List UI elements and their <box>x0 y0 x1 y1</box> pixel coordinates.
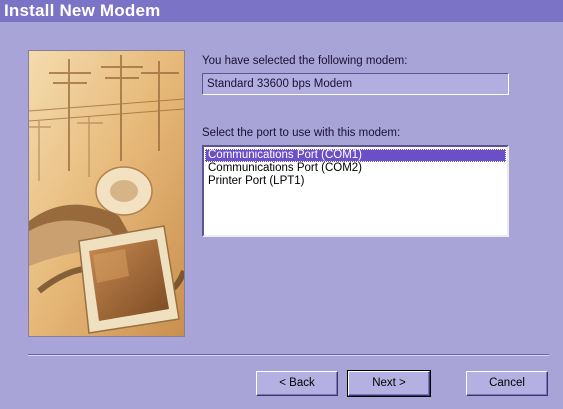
wizard-illustration-graphic <box>29 51 184 336</box>
selected-modem-label: You have selected the following modem: <box>202 55 408 67</box>
window-title: Install New Modem <box>0 0 563 22</box>
button-separator <box>28 354 549 356</box>
install-modem-window: Install New Modem You have selected the … <box>0 0 563 409</box>
back-button[interactable]: < Back <box>256 371 338 396</box>
cancel-button[interactable]: Cancel <box>466 371 548 396</box>
port-option-com2[interactable]: Communications Port (COM2) <box>205 162 506 175</box>
port-option-com1[interactable]: Communications Port (COM1) <box>205 149 506 162</box>
next-button[interactable]: Next > <box>347 370 431 397</box>
port-select-label: Select the port to use with this modem: <box>202 127 401 139</box>
wizard-illustration <box>28 50 185 337</box>
selected-modem-field: Standard 33600 bps Modem <box>202 73 509 95</box>
port-option-lpt1[interactable]: Printer Port (LPT1) <box>205 175 506 188</box>
port-listbox[interactable]: Communications Port (COM1) Communication… <box>202 145 509 237</box>
